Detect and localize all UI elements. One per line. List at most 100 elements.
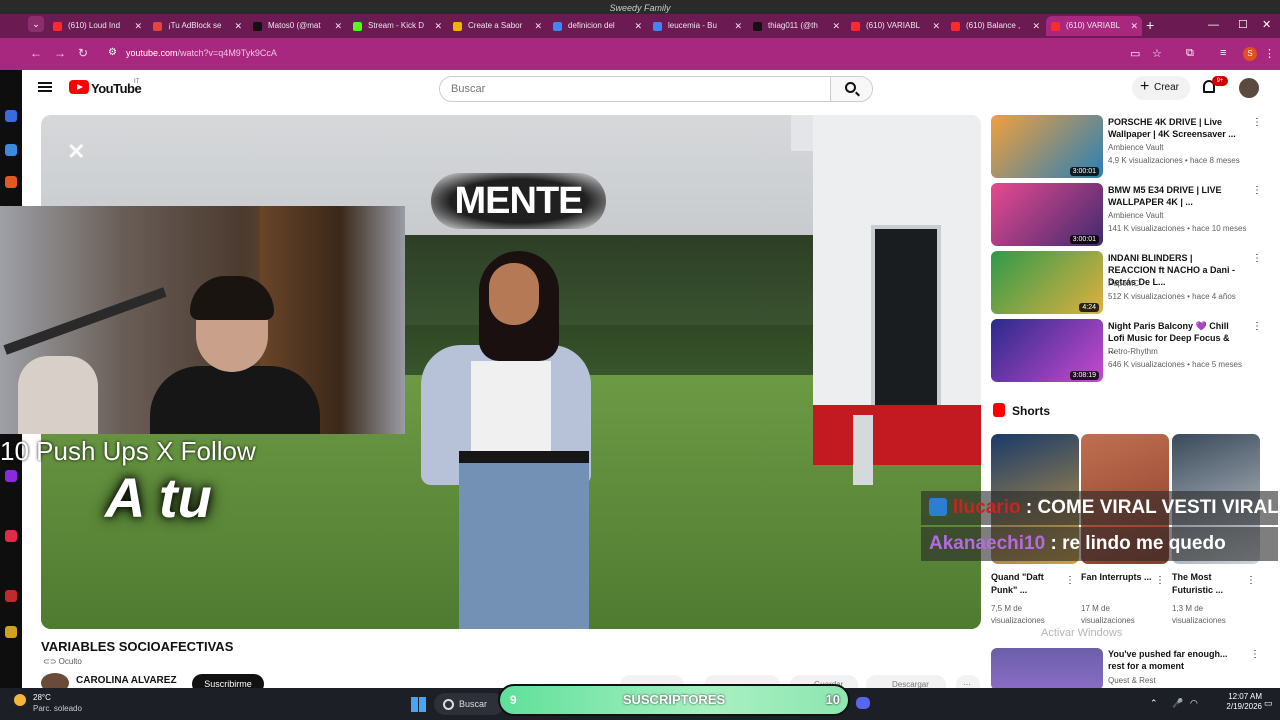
tab-close-icon[interactable]: ✕ — [434, 16, 442, 36]
capcut-watermark-icon: ✕ — [67, 139, 86, 164]
tab-close-icon[interactable]: ✕ — [234, 16, 242, 36]
tab[interactable]: ¡Tu AdBlock se ✕ — [148, 16, 246, 36]
tab-close-icon[interactable]: ✕ — [734, 16, 742, 36]
video-title: VARIABLES SOCIOAFECTIVAS — [41, 639, 234, 654]
create-button[interactable]: Crear — [1132, 75, 1190, 100]
app-icon[interactable] — [5, 626, 17, 638]
channel-name[interactable]: CAROLINA ALVAREZ — [76, 675, 177, 686]
short-title[interactable]: Fan Interrupts ... — [1081, 571, 1161, 584]
tab-close-icon[interactable]: ✕ — [534, 16, 542, 36]
browser-menu-icon[interactable]: ⋮ — [1264, 47, 1275, 60]
omnibox[interactable]: ⚙ youtube.com/watch?v=q4M9Tyk9CcA — [100, 43, 1160, 65]
recommended-thumbnail[interactable] — [991, 648, 1103, 690]
video-person-belt — [459, 451, 589, 463]
recommended-channel[interactable]: Quest & Rest — [1108, 676, 1156, 685]
profile-avatar[interactable]: S — [1243, 47, 1257, 61]
reload-button[interactable]: ↻ — [78, 46, 88, 60]
media-icon[interactable]: ≡ — [1220, 47, 1226, 59]
recommended-video[interactable]: 3:08:19 Night Paris Balcony 💜 Chill Lofi … — [991, 319, 1262, 383]
video-channel[interactable]: PapoMC — [1108, 279, 1139, 288]
forward-button[interactable]: → — [54, 46, 66, 60]
link-icon: ⊂⊃ — [43, 657, 59, 666]
account-avatar[interactable] — [1239, 78, 1259, 98]
video-channel[interactable]: Ambience Vault — [1108, 211, 1163, 220]
bookmark-star-icon[interactable]: ☆ — [1152, 47, 1162, 60]
tab[interactable]: (610) Balance , ✕ — [946, 16, 1044, 36]
recommended-video[interactable]: 3:00:01 PORSCHE 4K DRIVE | Live Wallpaper… — [991, 115, 1262, 179]
maximize-button[interactable]: ☐ — [1238, 16, 1248, 34]
tab-label: (610) Balance , — [966, 21, 1021, 30]
app-icon[interactable] — [5, 176, 17, 188]
tab-label: thiag011 (@th — [768, 21, 818, 30]
tab[interactable]: (610) VARIABL ✕ — [846, 16, 944, 36]
tab[interactable]: Stream - Kick D ✕ — [348, 16, 446, 36]
wifi-icon[interactable]: ◠ — [1190, 698, 1198, 709]
notification-center-icon[interactable]: ▭ — [1264, 698, 1273, 709]
video-title[interactable]: BMW M5 E34 DRIVE | LIVE WALLPAPER 4K | .… — [1108, 184, 1238, 208]
recommended-video[interactable]: 3:00:01 BMW M5 E34 DRIVE | LIVE WALLPAPER… — [991, 183, 1262, 247]
weather-icon[interactable] — [14, 694, 26, 706]
more-options-icon[interactable]: ⋮ — [1250, 649, 1260, 660]
weather-condition[interactable]: Parc. soleado — [33, 704, 82, 713]
short-title[interactable]: The Most Futuristic ... — [1172, 571, 1252, 597]
more-options-icon[interactable]: ⋮ — [1246, 575, 1256, 586]
tab-favicon-icon — [53, 22, 62, 31]
tab[interactable]: (610) VARIABL ✕ — [1046, 16, 1142, 36]
taskbar-search[interactable]: Buscar — [434, 693, 504, 715]
tab[interactable]: Create a Sabor ✕ — [448, 16, 546, 36]
tab-close-icon[interactable]: ✕ — [634, 16, 642, 36]
tab-close-icon[interactable]: ✕ — [1032, 16, 1040, 36]
video-person-top — [471, 361, 551, 461]
site-info-icon[interactable]: ⚙ — [108, 47, 120, 59]
tab-close-icon[interactable]: ✕ — [932, 16, 940, 36]
more-options-icon[interactable]: ⋮ — [1252, 253, 1262, 264]
app-icon[interactable] — [5, 470, 17, 482]
tab[interactable]: Matos0 (@mat ✕ — [248, 16, 346, 36]
tab[interactable]: (610) Loud Ind ✕ — [48, 16, 146, 36]
more-options-icon[interactable]: ⋮ — [1155, 575, 1165, 586]
tab[interactable]: leucemia - Bu ✕ — [648, 16, 746, 36]
tray-chevron-icon[interactable]: ⌃ — [1150, 698, 1158, 709]
app-icon[interactable] — [5, 590, 17, 602]
menu-icon[interactable] — [38, 82, 52, 92]
tab[interactable]: definicion del ✕ — [548, 16, 646, 36]
microphone-icon[interactable]: 🎤 — [1172, 698, 1183, 709]
video-channel[interactable]: Ambience Vault — [1108, 143, 1163, 152]
more-options-icon[interactable]: ⋮ — [1065, 575, 1075, 586]
discord-icon[interactable] — [856, 697, 870, 709]
tab-close-icon[interactable]: ✕ — [832, 16, 840, 36]
search-button[interactable] — [830, 77, 872, 101]
video-duration: 3:00:01 — [1069, 167, 1099, 176]
video-meta: 141 K visualizaciones • hace 10 meses — [1108, 224, 1247, 233]
video-channel[interactable]: Retro-Rhythm — [1108, 347, 1158, 356]
temperature[interactable]: 28°C — [33, 693, 51, 702]
back-button[interactable]: ← — [30, 46, 42, 60]
close-window-button[interactable]: ✕ — [1262, 16, 1271, 34]
video-person-face — [489, 263, 539, 325]
clock[interactable]: 12:07 AM 2/19/2026 — [1226, 692, 1262, 712]
recommended-video[interactable]: 4:24 INDANI BLINDERS | REACCION ft NACHO … — [991, 251, 1262, 315]
recommended-title[interactable]: You've pushed far enough... rest for a m… — [1108, 648, 1238, 672]
tab-close-icon[interactable]: ✕ — [334, 16, 342, 36]
youtube-logo-icon[interactable] — [69, 80, 89, 94]
extensions-icon[interactable]: ⧉ — [1186, 47, 1194, 60]
more-options-icon[interactable]: ⋮ — [1252, 185, 1262, 196]
more-options-icon[interactable]: ⋮ — [1252, 117, 1262, 128]
start-button[interactable] — [411, 697, 426, 712]
minimize-button[interactable]: — — [1208, 16, 1219, 34]
app-icon[interactable] — [5, 530, 17, 542]
search-input[interactable] — [440, 77, 832, 101]
short-title[interactable]: Quand "Daft Punk" ... — [991, 571, 1071, 597]
tab-close-icon[interactable]: ✕ — [134, 16, 142, 36]
tab[interactable]: thiag011 (@th ✕ — [748, 16, 844, 36]
cast-icon[interactable]: ▭ — [1130, 47, 1140, 60]
new-tab-button[interactable]: + — [1146, 16, 1154, 34]
tab-close-icon[interactable]: ✕ — [1130, 16, 1138, 36]
video-title[interactable]: PORSCHE 4K DRIVE | Live Wallpaper | 4K S… — [1108, 116, 1238, 140]
video-wall-gap — [853, 415, 873, 485]
mic-arm — [3, 287, 167, 355]
more-options-icon[interactable]: ⋮ — [1252, 321, 1262, 332]
tab-search-button[interactable]: ⌄ — [28, 16, 44, 32]
app-icon[interactable] — [5, 110, 17, 122]
app-icon[interactable] — [5, 144, 17, 156]
